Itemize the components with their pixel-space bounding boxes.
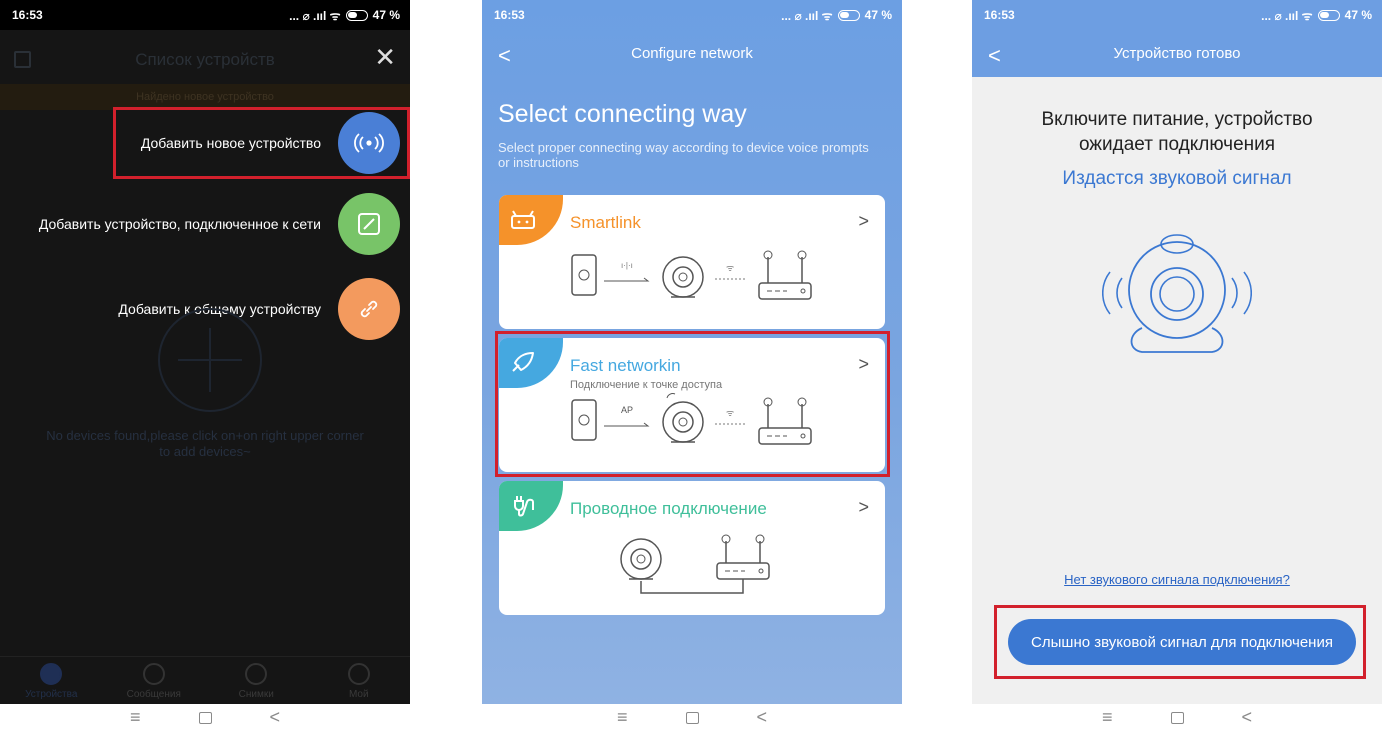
edit-square-icon[interactable] xyxy=(338,193,400,255)
page-title: Устройство готово xyxy=(1113,45,1241,62)
wired-illustration xyxy=(620,534,770,594)
page-title: Configure network xyxy=(631,45,753,62)
battery-icon xyxy=(837,9,860,21)
home-nav-icon[interactable] xyxy=(198,711,212,724)
message-icon xyxy=(142,663,165,685)
battery-level: 47 % xyxy=(372,8,400,22)
screen-configure-network: 16:53 ... ⌀ .ııl ᯤ 47 % < Configure netw… xyxy=(482,0,902,704)
status-bar: 16:53 ... ⌀ .ııl ᯤ 47 % xyxy=(972,0,1382,30)
highlight-box xyxy=(495,331,890,477)
screen-device-list: 16:53 ... ⌀ .ııl ᯤ 47 % Список устройств… xyxy=(0,0,410,704)
section-subheading: Select proper connecting way according t… xyxy=(498,140,869,170)
add-device-plus-icon[interactable] xyxy=(158,308,262,412)
system-nav-bar: ≡ < xyxy=(482,704,902,731)
camera-icon xyxy=(40,663,63,685)
signal-icons: ... ⌀ .ııl ᯤ xyxy=(781,8,833,23)
chevron-right-icon: > xyxy=(858,211,869,231)
instruction-text: Включите питание, устройство ожидает под… xyxy=(1041,109,1313,155)
section-heading: Select connecting way xyxy=(498,100,747,128)
battery-icon xyxy=(1317,9,1340,21)
cable-plug-icon xyxy=(514,496,534,517)
sound-signal-text: Издастся звуковой сигнал xyxy=(1062,168,1292,189)
back-nav-icon[interactable]: < xyxy=(1242,707,1253,728)
no-signal-link[interactable]: Нет звукового сигнала подключения? xyxy=(972,572,1382,587)
screen-device-ready: 16:53 ... ⌀ .ııl ᯤ 47 % < Устройство гот… xyxy=(972,0,1382,704)
tab-messages[interactable]: Сообщения xyxy=(114,663,194,700)
signal-icons: ... ⌀ .ııl ᯤ xyxy=(1261,8,1313,23)
highlight-box xyxy=(994,605,1366,679)
status-bar: 16:53 ... ⌀ .ııl ᯤ 47 % xyxy=(0,0,410,30)
status-time: 16:53 xyxy=(12,8,43,22)
status-time: 16:53 xyxy=(984,8,1015,22)
signal-icons: ... ⌀ .ııl ᯤ xyxy=(289,8,341,23)
close-icon[interactable]: ✕ xyxy=(374,44,396,70)
title-bar: < Configure network xyxy=(482,45,902,67)
option-title: Smartlink xyxy=(570,213,641,232)
svg-text:ı·|·ı: ı·|·ı xyxy=(621,261,633,270)
battery-level: 47 % xyxy=(864,8,892,22)
svg-text:ᯤ: ᯤ xyxy=(726,263,734,273)
back-nav-icon[interactable]: < xyxy=(270,707,281,728)
status-time: 16:53 xyxy=(494,8,525,22)
home-nav-icon[interactable] xyxy=(1170,711,1184,724)
android-icon xyxy=(511,210,535,229)
tab-me[interactable]: Мой xyxy=(319,663,399,700)
scan-icon[interactable] xyxy=(14,51,31,68)
option-wired-connection[interactable]: Проводное подключение > xyxy=(499,481,885,615)
empty-state-text: No devices found,please click on+on righ… xyxy=(46,428,364,459)
user-icon xyxy=(347,663,370,685)
smartlink-illustration: ı·|·ı ᯤ xyxy=(571,250,812,300)
highlight-box xyxy=(113,107,410,179)
title-bar: < Устройство готово xyxy=(972,45,1382,67)
system-nav-bar: ≡ < xyxy=(0,704,410,731)
battery-level: 47 % xyxy=(1344,8,1372,22)
chevron-right-icon: > xyxy=(858,497,869,517)
back-nav-icon[interactable]: < xyxy=(757,707,768,728)
menu-label: Добавить устройство, подключенное к сети xyxy=(38,216,321,232)
menu-nav-icon[interactable]: ≡ xyxy=(617,707,628,728)
camera-illustration xyxy=(1102,234,1252,353)
system-nav-bar: ≡ < xyxy=(972,704,1382,731)
menu-nav-icon[interactable]: ≡ xyxy=(130,707,141,728)
compass-icon xyxy=(245,663,268,685)
menu-nav-icon[interactable]: ≡ xyxy=(1102,707,1113,728)
battery-icon xyxy=(345,9,368,21)
bottom-tab-bar: Устройства Сообщения Снимки Мой xyxy=(0,656,410,704)
home-nav-icon[interactable] xyxy=(685,711,699,724)
menu-add-networked-device[interactable]: Добавить устройство, подключенное к сети xyxy=(39,193,400,255)
option-smartlink[interactable]: Smartlink > ı·|·ı ᯤ xyxy=(499,195,885,329)
tab-snapshots[interactable]: Снимки xyxy=(216,663,296,700)
status-bar: 16:53 ... ⌀ .ııl ᯤ 47 % xyxy=(482,0,902,30)
back-icon[interactable]: < xyxy=(498,45,511,67)
title-bar: Список устройств xyxy=(0,42,410,78)
page-title: Список устройств xyxy=(135,50,275,69)
menu-add-shared-device[interactable]: Добавить к общему устройству xyxy=(118,278,400,340)
option-title: Проводное подключение xyxy=(570,499,767,518)
link-icon[interactable] xyxy=(338,278,400,340)
tab-devices[interactable]: Устройства xyxy=(11,663,91,700)
back-icon[interactable]: < xyxy=(988,45,1001,67)
